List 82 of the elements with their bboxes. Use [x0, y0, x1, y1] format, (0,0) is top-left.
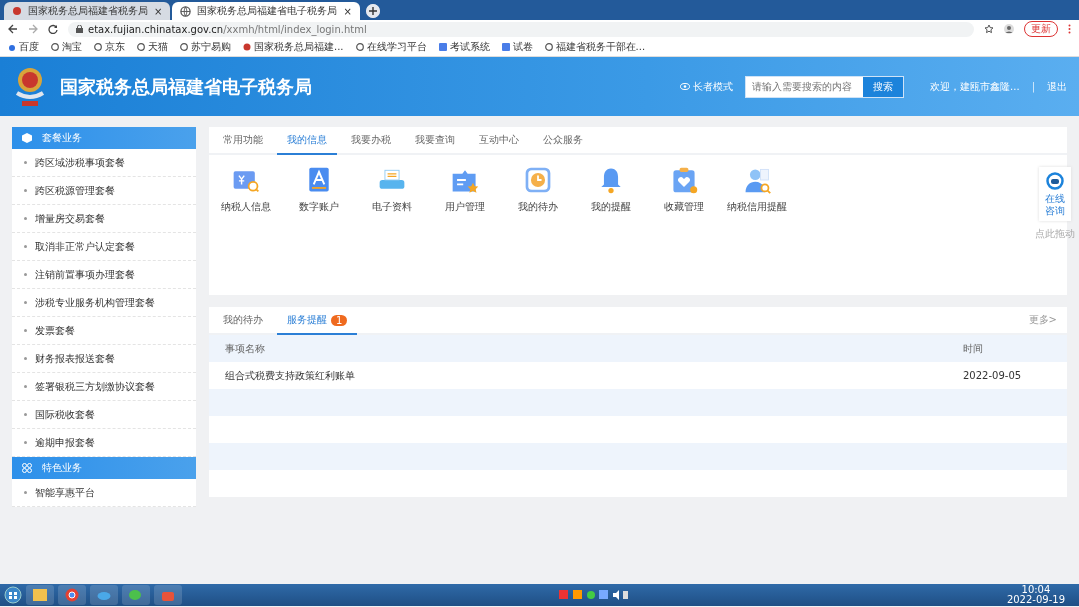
sidebar-item[interactable]: 跨区域涉税事项套餐	[12, 149, 196, 177]
reload-icon[interactable]	[48, 24, 58, 34]
tab[interactable]: 常用功能	[213, 127, 273, 155]
globe-icon[interactable]	[544, 43, 553, 51]
eye-icon[interactable]	[680, 83, 691, 90]
sidebar-item[interactable]: 签署银税三方划缴协议套餐	[12, 373, 196, 401]
tab[interactable]: 公众服务	[533, 127, 593, 155]
address-bar[interactable]: etax.fujian.chinatax.gov.cn/xxmh/html/index_login.html	[68, 21, 974, 37]
tile-label[interactable]: 收藏管理	[663, 200, 704, 214]
grid-icon	[22, 463, 32, 473]
bookmark[interactable]: 福建省税务干部在...	[555, 40, 646, 54]
sidebar-item[interactable]: 取消非正常户认定套餐	[12, 233, 196, 261]
bookmark[interactable]: 考试系统	[449, 40, 490, 54]
tab[interactable]: 我要查询	[405, 127, 465, 155]
bookmark[interactable]: 淘宝	[62, 40, 82, 54]
menu-icon[interactable]	[1068, 24, 1071, 34]
clock-time: 10:04	[1020, 585, 1052, 595]
globe-icon[interactable]	[51, 43, 59, 51]
square-icon[interactable]	[501, 43, 510, 51]
tile-label[interactable]: 纳税人信息	[220, 200, 271, 214]
bookmark[interactable]: 试卷	[512, 40, 533, 54]
separator: |	[1031, 81, 1035, 92]
sidebar-item[interactable]: 涉税专业服务机构管理套餐	[12, 289, 196, 317]
globe-icon[interactable]	[94, 43, 102, 51]
bookmark[interactable]: 在线学习平台	[366, 40, 427, 54]
count-badge: 1	[331, 314, 348, 326]
cube-icon	[22, 133, 32, 143]
globe-icon[interactable]	[355, 43, 364, 51]
drag-hint: 点此拖动	[1035, 227, 1075, 241]
browser-tab[interactable]: 国家税务总局福建省电子税务局 ×	[172, 2, 360, 20]
tray-icons-drawing[interactable]	[559, 590, 630, 600]
search-field[interactable]: 请输入需要搜索的内容 搜索	[745, 75, 905, 98]
profile-icon[interactable]	[1004, 24, 1014, 34]
lock-icon	[76, 25, 83, 33]
tile-label[interactable]: 数字账户	[298, 200, 339, 214]
tile-label[interactable]: 我的提醒	[590, 200, 631, 214]
column-header: 事项名称	[225, 341, 266, 356]
tile-label[interactable]: 用户管理	[444, 200, 485, 214]
tile-label[interactable]: 纳税信用提醒	[726, 200, 787, 214]
sidebar-item[interactable]: 财务报表报送套餐	[12, 345, 196, 373]
browser-icon[interactable]	[58, 585, 86, 605]
bookmark[interactable]: 国家税务总局福建...	[254, 40, 344, 54]
globe-icon	[180, 5, 192, 17]
search-button[interactable]: 搜索	[863, 76, 904, 97]
sidebar-item[interactable]: 跨区税源管理套餐	[12, 177, 196, 205]
tab[interactable]: 互动中心	[469, 127, 529, 155]
update-button[interactable]: 更新	[1024, 21, 1058, 37]
close-icon[interactable]: ×	[343, 5, 352, 17]
tab[interactable]: 我要办税	[341, 127, 401, 155]
tile-label[interactable]: 我的待办	[517, 200, 558, 214]
square-icon[interactable]	[438, 43, 447, 51]
sidebar-item[interactable]: 国际税收套餐	[12, 401, 196, 429]
globe-icon[interactable]	[137, 43, 145, 51]
globe-icon[interactable]	[180, 43, 188, 51]
browser-tab[interactable]: 国家税务总局福建省税务局 ×	[4, 2, 171, 20]
sidebar-item[interactable]: 智能享惠平台	[12, 479, 196, 507]
sidebar-item[interactable]: 增量房交易套餐	[12, 205, 196, 233]
tab-title: 国家税务总局福建省电子税务局	[197, 4, 338, 18]
start-icon[interactable]	[4, 586, 22, 604]
site-title: 国家税务总局福建省电子税务局	[60, 74, 313, 99]
bookmark[interactable]: 京东	[105, 40, 125, 54]
tab[interactable]: 我的待办	[213, 307, 273, 335]
tile-label[interactable]: 电子资料	[371, 200, 412, 214]
back-icon[interactable]	[8, 24, 18, 34]
robot-icon[interactable]	[1046, 172, 1064, 190]
star-icon[interactable]	[984, 24, 994, 34]
tab[interactable]: 我的信息	[277, 127, 337, 155]
table-cell[interactable]: 组合式税费支持政策红利账单	[225, 368, 963, 383]
bookmark[interactable]: 苏宁易购	[191, 40, 231, 54]
tab-title: 国家税务总局福建省税务局	[28, 4, 148, 18]
url-text: etax.fujian.chinatax.gov.cn/xxmh/html/index_login.html	[88, 23, 367, 35]
bookmark[interactable]: 百度	[19, 40, 39, 54]
clock-date: 2022-09-19	[1006, 595, 1065, 605]
sidebar-item[interactable]: 注销前置事项办理套餐	[12, 261, 196, 289]
sidebar-item[interactable]: 发票套餐	[12, 317, 196, 345]
bookmark[interactable]: 天猫	[148, 40, 168, 54]
close-icon[interactable]: ×	[154, 5, 163, 17]
online-chat-widget[interactable]: 在线咨询	[1039, 167, 1071, 221]
table-cell-text: 2022-09-05	[963, 370, 1023, 381]
column-header: 时间	[963, 341, 984, 356]
new-tab-icon[interactable]	[365, 4, 380, 18]
welcome-text: 欢迎，建瓯市鑫隆...	[930, 79, 1020, 94]
